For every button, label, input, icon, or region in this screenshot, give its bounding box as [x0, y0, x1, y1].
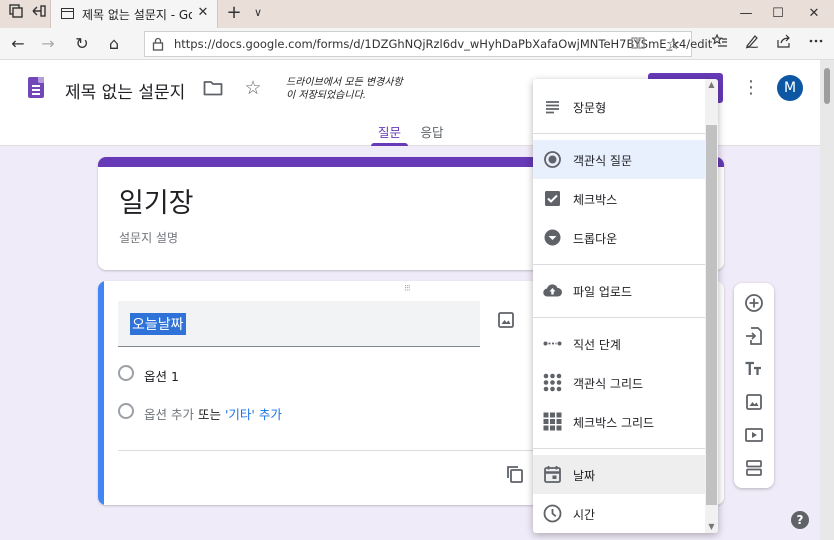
add-option-link[interactable]: 옵션 추가	[144, 407, 194, 422]
back-button[interactable]: ←	[7, 33, 29, 55]
folder-icon[interactable]	[203, 79, 223, 97]
menu-item-paragraph[interactable]: 장문형	[533, 87, 705, 126]
scroll-down-icon[interactable]: ▼	[705, 522, 718, 532]
add-other-link[interactable]: '기타' 추가	[225, 407, 282, 422]
paragraph-icon	[546, 101, 559, 114]
scroll-up-icon[interactable]: ▲	[705, 80, 718, 90]
close-window-button[interactable]: ✕	[804, 4, 824, 24]
upload-icon	[543, 284, 563, 297]
menu-item-checkbox-grid[interactable]: 체크박스 그리드	[533, 402, 705, 441]
star-icon[interactable]: ☆	[242, 77, 264, 99]
favorite-star-icon[interactable]: ☆	[663, 34, 683, 54]
menu-item-label: 체크박스	[573, 193, 618, 207]
radio-icon	[118, 365, 134, 381]
option-label[interactable]: 옵션 1	[144, 366, 179, 385]
set-aside-tabs-icon[interactable]	[29, 4, 49, 24]
tab-questions[interactable]: 질문	[371, 122, 408, 146]
add-option-text[interactable]: 옵션 추가 또는 '기타' 추가	[144, 404, 282, 423]
import-questions-icon[interactable]	[744, 326, 764, 346]
menu-divider	[533, 317, 705, 318]
menu-item-file-upload[interactable]: 파일 업로드	[533, 271, 705, 310]
menu-item-label: 파일 업로드	[573, 285, 633, 299]
add-image-icon[interactable]	[744, 392, 764, 412]
add-title-description-icon[interactable]	[744, 359, 764, 379]
add-video-icon[interactable]	[744, 425, 764, 445]
menu-scrollbar[interactable]: ▲ ▼	[705, 79, 718, 533]
checkbox-grid-icon	[543, 412, 562, 431]
lock-icon	[152, 37, 164, 51]
page-scrollbar-thumb[interactable]	[824, 68, 830, 104]
reading-view-icon[interactable]	[629, 36, 647, 54]
browser-tab[interactable]: 제목 없는 설문지 - Google Forms ✕	[50, 0, 218, 28]
radio-icon	[118, 403, 134, 419]
address-bar[interactable]: https://docs.google.com/forms/d/1DZGhNQj…	[144, 31, 712, 57]
menu-item-linear-scale[interactable]: 직선 단계	[533, 324, 705, 363]
add-image-icon[interactable]	[497, 311, 515, 329]
side-toolbar	[734, 283, 774, 488]
date-icon	[544, 466, 561, 483]
document-title[interactable]: 제목 없는 설문지	[65, 78, 185, 103]
more-options-icon[interactable]: ⋮	[742, 77, 760, 99]
linear-scale-icon	[543, 341, 562, 346]
browser-nav-bar: ← → ↻ ⌂ https://docs.google.com/forms/d/…	[0, 28, 834, 60]
grid-icon	[543, 373, 562, 392]
or-text: 또는	[197, 407, 221, 422]
menu-item-multiple-choice[interactable]: 객관식 질문	[533, 140, 705, 179]
refresh-button[interactable]: ↻	[71, 33, 93, 55]
page-icon	[61, 8, 74, 19]
question-title-text: 오늘날짜	[130, 313, 186, 335]
home-button[interactable]: ⌂	[103, 33, 125, 55]
question-title-input[interactable]: 오늘날짜	[118, 301, 480, 347]
menu-item-label: 드롭다운	[573, 232, 618, 246]
tab-title: 제목 없는 설문지 - Google Forms	[82, 8, 192, 22]
new-tab-button[interactable]: +	[224, 3, 244, 23]
tab-manager-icon[interactable]	[6, 4, 26, 24]
share-icon[interactable]	[773, 33, 795, 55]
add-question-icon[interactable]	[744, 293, 764, 313]
minimize-button[interactable]: —	[736, 4, 756, 24]
form-title[interactable]: 일기장	[119, 181, 194, 220]
browser-tab-bar: 제목 없는 설문지 - Google Forms ✕ + ∨ — ☐ ✕	[0, 0, 834, 28]
menu-item-label: 날짜	[573, 469, 596, 483]
add-option-row[interactable]: 옵션 추가 또는 '기타' 추가	[118, 401, 378, 423]
page-scrollbar[interactable]	[820, 60, 834, 540]
forward-button[interactable]: →	[37, 33, 59, 55]
menu-item-checkboxes[interactable]: 체크박스	[533, 179, 705, 218]
menu-item-label: 객관식 그리드	[573, 377, 644, 391]
add-section-icon[interactable]	[744, 458, 764, 478]
google-forms-logo[interactable]	[28, 77, 44, 98]
time-icon	[543, 504, 562, 523]
option-row[interactable]: 옵션 1	[118, 363, 318, 385]
favorites-list-icon[interactable]	[709, 33, 731, 55]
dropdown-icon	[544, 229, 561, 246]
menu-item-label: 시간	[573, 508, 596, 522]
web-note-pen-icon[interactable]	[741, 33, 763, 55]
menu-item-label: 체크박스 그리드	[573, 416, 655, 430]
radio-icon	[544, 151, 561, 168]
menu-divider	[533, 133, 705, 134]
checkbox-icon	[545, 191, 560, 206]
settings-more-icon[interactable]	[805, 33, 827, 55]
close-tab-icon[interactable]: ✕	[195, 5, 211, 21]
save-status: 드라이브에서 모든 변경사항 이 저장되었습니다.	[286, 77, 403, 101]
menu-divider	[533, 448, 705, 449]
drag-handle-icon[interactable]: ⁝⁝⁝	[404, 285, 418, 294]
menu-item-label: 직선 단계	[573, 338, 621, 352]
menu-item-label: 장문형	[573, 101, 607, 115]
menu-item-date[interactable]: 날짜	[533, 455, 705, 494]
tab-list-chevron-icon[interactable]: ∨	[250, 4, 266, 22]
menu-item-label: 객관식 질문	[573, 154, 633, 168]
question-type-menu: 장문형 객관식 질문 체크박스 드롭다운 파일 업로드 직선 단계 객관식 그리…	[533, 79, 718, 533]
avatar[interactable]: M	[777, 75, 803, 101]
menu-item-multiple-choice-grid[interactable]: 객관식 그리드	[533, 363, 705, 402]
menu-divider	[533, 264, 705, 265]
tab-responses[interactable]: 응답	[414, 122, 450, 146]
maximize-button[interactable]: ☐	[768, 4, 788, 24]
menu-item-time[interactable]: 시간	[533, 494, 705, 533]
menu-item-dropdown[interactable]: 드롭다운	[533, 218, 705, 257]
duplicate-icon[interactable]	[505, 464, 525, 484]
menu-scrollbar-thumb[interactable]	[706, 125, 717, 505]
form-description[interactable]: 설문지 설명	[119, 229, 178, 246]
help-icon[interactable]: ?	[791, 511, 809, 529]
